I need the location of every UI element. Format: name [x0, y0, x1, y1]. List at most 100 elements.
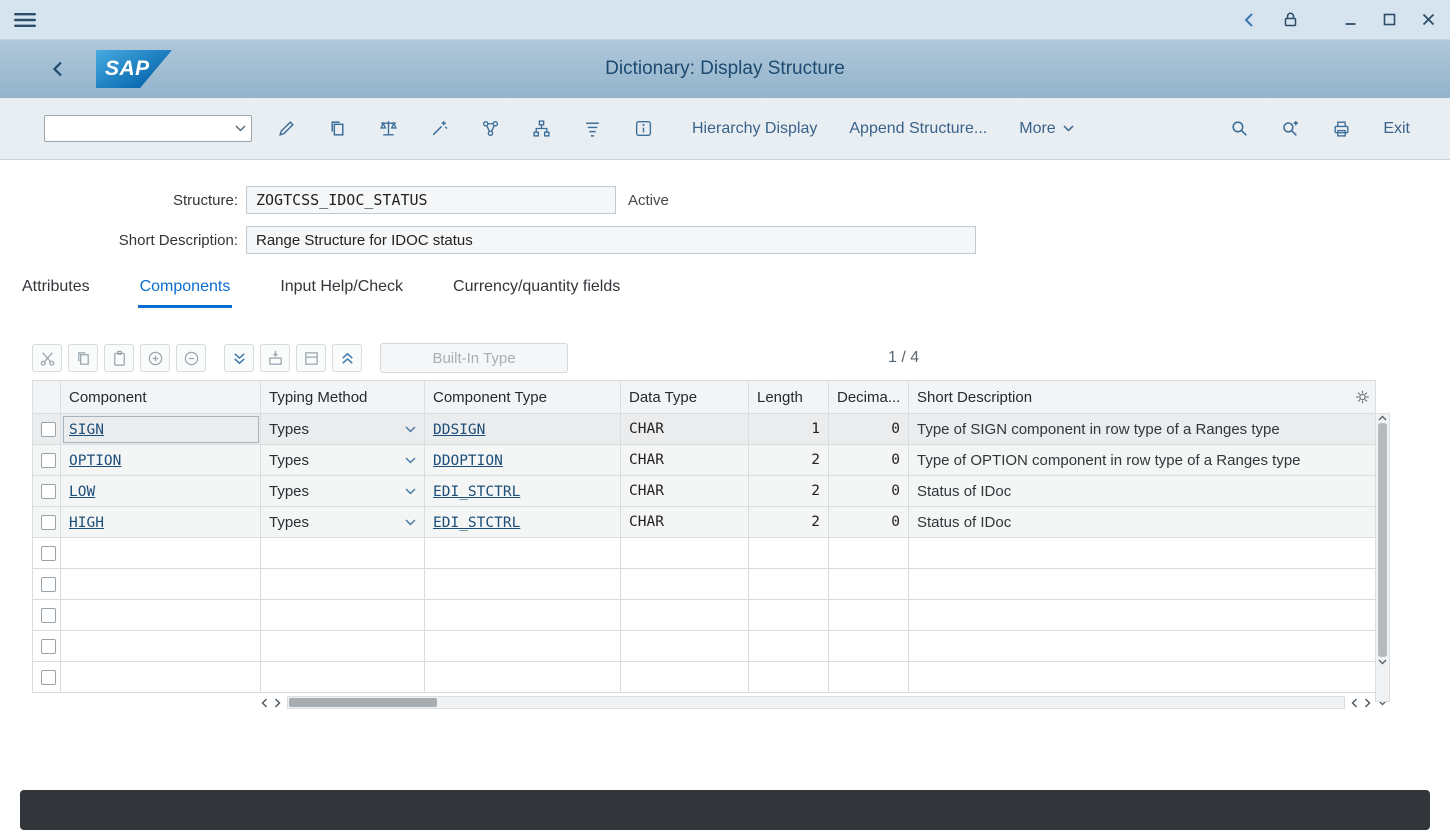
back-button[interactable] — [50, 60, 66, 78]
typing-method-select[interactable]: Types — [269, 483, 416, 500]
insert-line-icon[interactable] — [260, 344, 290, 372]
component-link[interactable]: SIGN — [69, 422, 104, 438]
empty-table-row — [33, 538, 1376, 569]
sort-icon[interactable] — [575, 113, 609, 145]
system-bar — [0, 0, 1450, 40]
short-description-label: Short Description: — [20, 232, 238, 249]
row-checkbox[interactable] — [41, 546, 56, 561]
menu-icon[interactable] — [14, 12, 36, 28]
tab-attributes[interactable]: Attributes — [20, 278, 92, 308]
length-cell: 2 — [749, 507, 829, 538]
append-line-icon[interactable] — [296, 344, 326, 372]
chevron-down-icon[interactable] — [405, 519, 416, 526]
copy-rows-icon[interactable] — [68, 344, 98, 372]
row-checkbox[interactable] — [41, 453, 56, 468]
vertical-scrollbar[interactable] — [1375, 413, 1390, 702]
command-input[interactable] — [45, 116, 229, 141]
where-used-icon[interactable] — [422, 113, 456, 145]
compare-icon[interactable] — [371, 113, 405, 145]
row-checkbox[interactable] — [41, 484, 56, 499]
component-link[interactable]: LOW — [69, 484, 95, 500]
component-link[interactable]: HIGH — [69, 515, 104, 531]
chevron-down-icon[interactable] — [405, 488, 416, 495]
close-icon[interactable] — [1421, 12, 1436, 27]
row-checkbox[interactable] — [41, 639, 56, 654]
tab-input-help-check[interactable]: Input Help/Check — [278, 278, 405, 308]
select-all-header[interactable] — [33, 381, 61, 414]
column-header-length[interactable]: Length — [749, 381, 829, 414]
sap-gui-window: SAP Dictionary: Display Structure — [0, 0, 1450, 840]
scroll-left-icon[interactable] — [258, 695, 271, 710]
chevron-down-icon[interactable] — [229, 125, 251, 132]
append-structure-button[interactable]: Append Structure... — [849, 120, 987, 138]
components-grid: Built-In Type 1 / 4 Component Typing Met… — [32, 342, 1390, 711]
components-table: Component Typing Method Component Type D… — [32, 380, 1376, 693]
form-area: Structure: ZOGTCSS_IDOC_STATUS Active Sh… — [0, 160, 1450, 254]
search-next-icon[interactable] — [1281, 119, 1300, 138]
component-type-link[interactable]: DDSIGN — [433, 422, 485, 438]
scroll-up-icon[interactable] — [1378, 415, 1387, 421]
page-title: Dictionary: Display Structure — [0, 58, 1450, 80]
component-type-link[interactable]: EDI_STCTRL — [433, 515, 520, 531]
short-description-field[interactable]: Range Structure for IDOC status — [246, 226, 976, 254]
tab-components[interactable]: Components — [138, 278, 233, 308]
minimize-icon[interactable] — [1343, 12, 1358, 27]
typing-method-select[interactable]: Types — [269, 514, 416, 531]
row-checkbox[interactable] — [41, 608, 56, 623]
insert-row-icon[interactable] — [140, 344, 170, 372]
horizontal-scrollbar[interactable] — [287, 696, 1345, 709]
built-in-type-button[interactable]: Built-In Type — [380, 343, 568, 373]
typing-method-select[interactable]: Types — [269, 452, 416, 469]
hierarchy-icon[interactable] — [524, 113, 558, 145]
exit-button[interactable]: Exit — [1383, 120, 1410, 138]
column-header-short-description[interactable]: Short Description — [909, 381, 1376, 414]
print-icon[interactable] — [1332, 119, 1351, 138]
search-icon[interactable] — [1230, 119, 1249, 138]
column-header-component[interactable]: Component — [61, 381, 261, 414]
runtime-object-icon[interactable] — [473, 113, 507, 145]
scroll-to-top-icon[interactable] — [332, 344, 362, 372]
chevron-down-icon[interactable] — [405, 426, 416, 433]
vertical-scrollbar-thumb[interactable] — [1378, 423, 1387, 657]
row-checkbox[interactable] — [41, 577, 56, 592]
structure-field[interactable]: ZOGTCSS_IDOC_STATUS — [246, 186, 616, 214]
short-description-cell: Type of OPTION component in row type of … — [909, 445, 1376, 476]
column-header-data-type[interactable]: Data Type — [621, 381, 749, 414]
row-checkbox[interactable] — [41, 515, 56, 530]
chevron-down-icon[interactable] — [405, 457, 416, 464]
more-button[interactable]: More — [1019, 120, 1073, 138]
component-type-link[interactable]: EDI_STCTRL — [433, 484, 520, 500]
scroll-down-icon[interactable] — [1378, 659, 1387, 665]
copy-icon[interactable] — [320, 113, 354, 145]
back-icon[interactable] — [1242, 12, 1256, 28]
scroll-right-icon[interactable] — [1361, 695, 1374, 710]
column-header-typing-method[interactable]: Typing Method — [261, 381, 425, 414]
row-checkbox[interactable] — [41, 422, 56, 437]
maximize-icon[interactable] — [1382, 12, 1397, 27]
hierarchy-display-button[interactable]: Hierarchy Display — [692, 120, 817, 138]
scroll-right-icon[interactable] — [271, 695, 284, 710]
lock-icon[interactable] — [1282, 11, 1299, 28]
column-header-component-type[interactable]: Component Type — [425, 381, 621, 414]
toolbar-right-group: Exit — [1230, 119, 1428, 138]
horizontal-scrollbar-thumb[interactable] — [289, 698, 437, 707]
scroll-left-icon[interactable] — [1348, 695, 1361, 710]
typing-method-select[interactable]: Types — [269, 421, 416, 438]
application-toolbar: Hierarchy Display Append Structure... Mo… — [0, 98, 1450, 160]
row-checkbox[interactable] — [41, 670, 56, 685]
scroll-to-bottom-icon[interactable] — [224, 344, 254, 372]
table-settings-icon[interactable] — [1355, 390, 1370, 405]
display-change-icon[interactable] — [269, 113, 303, 145]
delete-row-icon[interactable] — [176, 344, 206, 372]
cut-icon[interactable] — [32, 344, 62, 372]
tab-currency-quantity-fields[interactable]: Currency/quantity fields — [451, 278, 622, 308]
status-bar — [20, 790, 1430, 830]
component-link[interactable]: OPTION — [69, 453, 121, 469]
component-type-link[interactable]: DDOPTION — [433, 453, 503, 469]
info-icon[interactable] — [626, 113, 660, 145]
sap-logo-text: SAP — [105, 57, 150, 81]
command-field[interactable] — [44, 115, 252, 142]
paste-rows-icon[interactable] — [104, 344, 134, 372]
column-header-decimals[interactable]: Decima... — [829, 381, 909, 414]
decimals-cell: 0 — [829, 476, 909, 507]
